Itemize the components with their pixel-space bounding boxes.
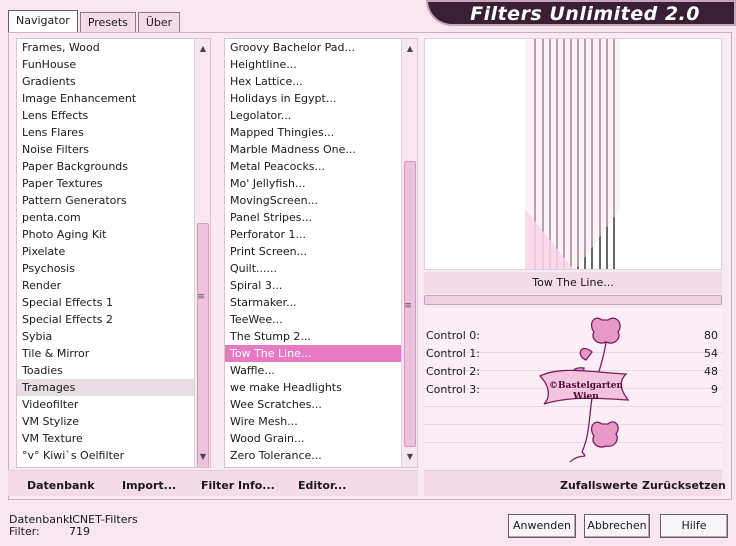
grip-icon: ≡ (404, 301, 412, 311)
list-item[interactable]: Zero Tolerance... (225, 447, 417, 464)
control-1-label: Control 1: (426, 347, 480, 360)
preview-toolbar: Zufallswerte Zurücksetzen (424, 470, 726, 496)
control-3-label: Control 3: (426, 383, 480, 396)
control-2-value: 48 (704, 365, 718, 378)
control-0-label: Control 0: (426, 329, 480, 342)
preview-panel (424, 38, 722, 270)
list-item[interactable]: Render (17, 277, 210, 294)
list-item[interactable]: Lens Flares (17, 124, 210, 141)
grip-icon: ≡ (197, 292, 205, 302)
list-item[interactable]: Legolator... (225, 107, 417, 124)
list-item[interactable]: Tile & Mirror (17, 345, 210, 362)
list-item[interactable]: The Stump 2... (225, 328, 417, 345)
list-item[interactable]: Photo Aging Kit (17, 226, 210, 243)
list-item[interactable]: Marble Madness One... (225, 141, 417, 158)
preview-image (525, 39, 620, 269)
list-item[interactable]: Holidays in Egypt... (225, 90, 417, 107)
editor-button[interactable]: Editor... (298, 479, 346, 492)
list-item[interactable]: Wee Scratches... (225, 396, 417, 413)
list-item[interactable]: Print Screen... (225, 243, 417, 260)
list-item[interactable]: Wood Grain... (225, 430, 417, 447)
title-banner: Filters Unlimited 2.0 (426, 0, 736, 26)
scroll-up-icon[interactable]: ▲ (195, 41, 210, 57)
list-item[interactable]: Lens Effects (17, 107, 210, 124)
category-items: Frames, Wood FunHouse Gradients Image Enhan… (17, 39, 210, 464)
control-3-value: 9 (711, 383, 718, 396)
list-item[interactable]: Pattern Generators (17, 192, 210, 209)
list-item[interactable]: Frames, Wood (17, 39, 210, 56)
control-2-label: Control 2: (426, 365, 480, 378)
list-toolbar: Datenbank Import... Filter Info... Edito… (8, 470, 418, 496)
list-item[interactable]: TeeWee... (225, 311, 417, 328)
list-item[interactable]: Pixelate (17, 243, 210, 260)
list-item[interactable]: Quilt...... (225, 260, 417, 277)
filter-count-value: 719 (69, 525, 90, 538)
control-1-value: 54 (704, 347, 718, 360)
list-item[interactable]: Wire Mesh... (225, 413, 417, 430)
category-scroll-thumb[interactable] (197, 223, 209, 467)
list-item[interactable]: Groovy Bachelor Pad... (225, 39, 417, 56)
list-item[interactable]: Image Enhancement (17, 90, 210, 107)
list-item[interactable]: Panel Stripes... (225, 209, 417, 226)
list-item[interactable]: FunHouse (17, 56, 210, 73)
apply-button[interactable]: Anwenden (508, 514, 576, 538)
zufallswerte-button[interactable]: Zufallswerte (560, 479, 638, 492)
list-item[interactable]: MovingScreen... (225, 192, 417, 209)
list-item[interactable]: Starmaker... (225, 294, 417, 311)
selected-filter-label: Tow The Line... (424, 272, 722, 294)
scroll-up-icon[interactable]: ▲ (402, 41, 417, 57)
list-item[interactable]: Mapped Thingies... (225, 124, 417, 141)
tab-ueber[interactable]: Über (137, 12, 181, 32)
tab-navigator[interactable]: Navigator (8, 10, 78, 32)
list-item[interactable]: Sybia (17, 328, 210, 345)
watermark-line2: Wien (572, 392, 599, 402)
list-item[interactable]: Perforator 1... (225, 226, 417, 243)
list-item[interactable]: Tow The Line... (225, 345, 417, 362)
filter-list[interactable]: Groovy Bachelor Pad... Heightline... Hex L… (224, 38, 418, 468)
help-button[interactable]: Hilfe (660, 514, 728, 538)
category-scrollbar[interactable]: ▲ ≡ ▼ (194, 39, 210, 467)
watermark-line1: ©Bastelgarten (549, 381, 624, 391)
scroll-down-icon[interactable]: ▼ (195, 449, 210, 465)
filter-info-button[interactable]: Filter Info... (201, 479, 275, 492)
zuruecksetzen-button[interactable]: Zurücksetzen (642, 479, 726, 492)
list-item[interactable]: Metal Peacocks... (225, 158, 417, 175)
flower-icon: ©Bastelgarten Wien (538, 317, 630, 463)
cancel-button[interactable]: Abbrechen (584, 514, 650, 538)
list-item[interactable]: Videofilter (17, 396, 210, 413)
status-info: Datenbank: ICNET-Filters Filter: 719 (9, 514, 138, 538)
list-item[interactable]: Tramages (17, 379, 210, 396)
filter-scrollbar[interactable]: ▲ ≡ ▼ (401, 39, 417, 467)
watermark-logo: ©Bastelgarten Wien (530, 312, 640, 467)
filter-items: Groovy Bachelor Pad... Heightline... Hex L… (225, 39, 417, 464)
list-item[interactable]: penta.com (17, 209, 210, 226)
list-item[interactable]: Mo' Jellyfish... (225, 175, 417, 192)
list-item[interactable]: Special Effects 1 (17, 294, 210, 311)
list-item[interactable]: VM Texture (17, 430, 210, 447)
list-item[interactable]: Paper Backgrounds (17, 158, 210, 175)
tab-bar: Navigator Presets Über (8, 10, 182, 32)
tab-presets[interactable]: Presets (79, 12, 136, 32)
list-item[interactable]: Paper Textures (17, 175, 210, 192)
app-title: Filters Unlimited 2.0 (470, 3, 700, 25)
list-item[interactable]: Special Effects 2 (17, 311, 210, 328)
list-item[interactable]: Waffle... (225, 362, 417, 379)
list-item[interactable]: Hex Lattice... (225, 73, 417, 90)
list-item[interactable]: Toadies (17, 362, 210, 379)
preview-slider[interactable] (424, 295, 722, 305)
scroll-down-icon[interactable]: ▼ (402, 449, 417, 465)
list-item[interactable]: °v° Kiwi`s Oelfilter (17, 447, 210, 464)
list-item[interactable]: Noise Filters (17, 141, 210, 158)
list-item[interactable]: VM Stylize (17, 413, 210, 430)
datenbank-button[interactable]: Datenbank (27, 479, 95, 492)
list-item[interactable]: Gradients (17, 73, 210, 90)
category-list[interactable]: Frames, Wood FunHouse Gradients Image Enhan… (16, 38, 211, 468)
list-item[interactable]: Heightline... (225, 56, 417, 73)
list-item[interactable]: Spiral 3... (225, 277, 417, 294)
filter-count-label: Filter: (9, 525, 40, 538)
list-item[interactable]: we make Headlights (225, 379, 417, 396)
control-0-value: 80 (704, 329, 718, 342)
import-button[interactable]: Import... (122, 479, 176, 492)
list-item[interactable]: Psychosis (17, 260, 210, 277)
